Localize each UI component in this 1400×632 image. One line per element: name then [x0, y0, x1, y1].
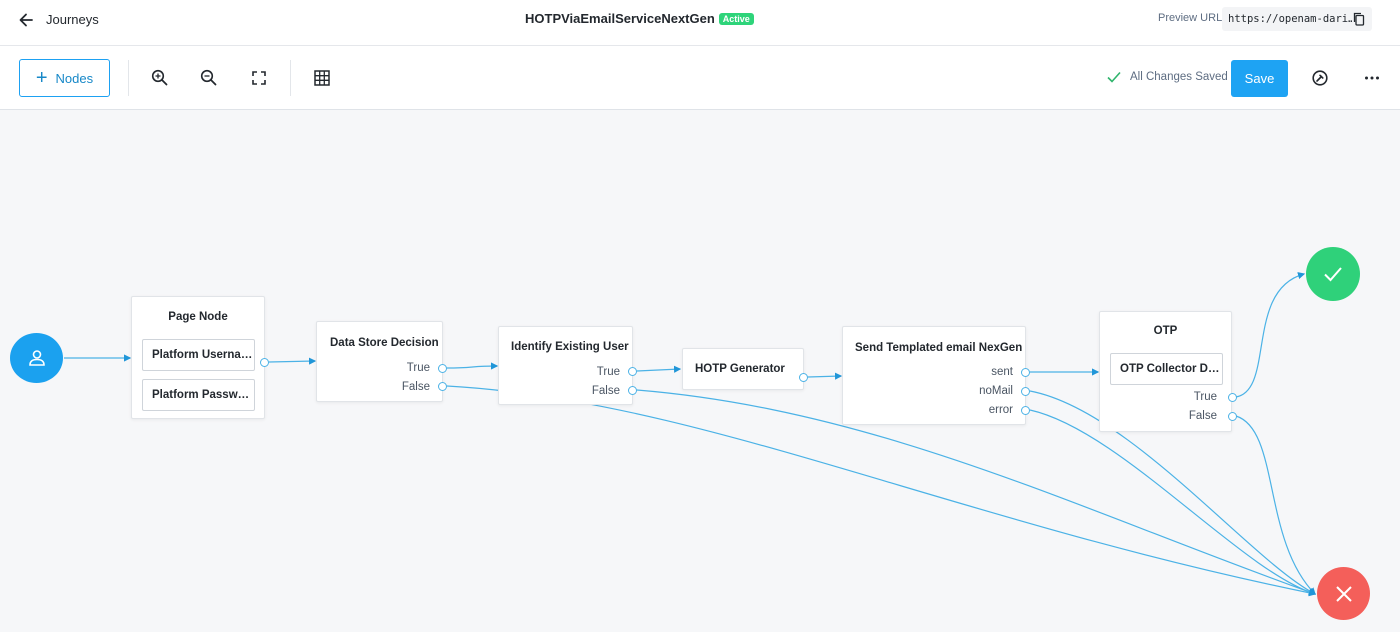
failure-x-icon: [1335, 585, 1352, 602]
zoom-out-icon[interactable]: [199, 68, 219, 88]
wire-datastore-true: [446, 362, 499, 370]
platform-username-node[interactable]: Platform Userna…: [142, 339, 255, 371]
hotp-generator-title: HOTP Generator: [695, 363, 785, 375]
otp-outcome-true: True: [1193, 391, 1217, 403]
hotp-generator-node[interactable]: HOTP Generator: [682, 348, 804, 390]
save-status: All Changes Saved: [1106, 70, 1228, 84]
identify-true-port[interactable]: [628, 367, 637, 376]
wire-otp-false: [1235, 415, 1316, 595]
email-sent-port[interactable]: [1021, 368, 1030, 377]
otp-outcome-false: False: [1188, 410, 1217, 422]
success-check-icon: [1324, 267, 1342, 282]
identify-existing-user-title: Identify Existing User: [511, 341, 629, 353]
data-store-outcome-false: False: [401, 381, 430, 393]
preview-url-label: Preview URL:: [1158, 12, 1226, 24]
otp-node[interactable]: OTP OTP Collector D… True False: [1099, 311, 1232, 432]
otp-node-title: OTP: [1153, 325, 1178, 337]
editor-toolbar: + Nodes All Changes Saved Save: [0, 46, 1400, 110]
page-node[interactable]: Page Node Platform Userna… Platform Pass…: [131, 296, 265, 419]
identify-outcome-false: False: [591, 385, 620, 397]
grid-icon[interactable]: [312, 68, 332, 88]
back-link-journeys[interactable]: Journeys: [46, 12, 99, 27]
fit-screen-icon[interactable]: [249, 68, 269, 88]
data-store-false-port[interactable]: [438, 382, 447, 391]
wire-identify-true: [636, 365, 682, 373]
zoom-in-icon[interactable]: [150, 68, 170, 88]
top-bar: Journeys HOTPViaEmailServiceNextGen Acti…: [0, 0, 1400, 46]
send-templated-email-title: Send Templated email NexGen: [855, 342, 1023, 354]
preview-url-value[interactable]: https://openam-dari…: [1228, 13, 1352, 25]
save-status-text: All Changes Saved: [1130, 71, 1228, 83]
hotp-generator-output-port[interactable]: [799, 373, 808, 382]
copy-icon[interactable]: [1352, 12, 1366, 26]
wire-otp-true: [1235, 272, 1306, 398]
identify-outcome-true: True: [596, 366, 620, 378]
wire-email-error: [1029, 409, 1317, 596]
email-outcome-sent: sent: [991, 366, 1013, 378]
identify-existing-user-node[interactable]: Identify Existing User True False: [498, 326, 633, 405]
success-node[interactable]: [1306, 247, 1360, 301]
save-button[interactable]: Save: [1231, 60, 1288, 97]
otp-false-port[interactable]: [1228, 412, 1237, 421]
platform-password-node[interactable]: Platform Passw…: [142, 379, 255, 411]
data-store-outcome-true: True: [406, 362, 430, 374]
more-icon[interactable]: [1362, 68, 1382, 88]
toolbar-divider: [290, 60, 291, 96]
wire-page-to-datastore: [268, 357, 317, 365]
otp-true-port[interactable]: [1228, 393, 1237, 402]
identify-false-port[interactable]: [628, 386, 637, 395]
back-arrow-icon[interactable]: [16, 10, 36, 30]
check-icon: [1107, 71, 1121, 83]
start-node[interactable]: [10, 333, 63, 383]
page-node-title: Page Node: [168, 311, 228, 323]
email-nomail-port[interactable]: [1021, 387, 1030, 396]
journey-title-group: HOTPViaEmailServiceNextGen Active: [525, 11, 754, 26]
plus-icon: +: [35, 67, 48, 89]
failure-node[interactable]: [1317, 567, 1370, 620]
data-store-decision-title: Data Store Decision: [330, 337, 439, 349]
person-icon: [28, 350, 45, 366]
send-templated-email-node[interactable]: Send Templated email NexGen sent noMail …: [842, 326, 1026, 425]
preview-url-field[interactable]: https://openam-dari…: [1222, 7, 1372, 31]
journey-title: HOTPViaEmailServiceNextGen: [525, 11, 715, 26]
email-outcome-error: error: [988, 404, 1013, 416]
toolbar-divider: [128, 60, 129, 96]
email-outcome-nomail: noMail: [979, 385, 1013, 397]
page-node-output-port[interactable]: [260, 358, 269, 367]
otp-collector-node[interactable]: OTP Collector D…: [1110, 353, 1223, 385]
wire-hotp-to-email: [807, 372, 843, 380]
debug-icon[interactable]: [1310, 68, 1330, 88]
status-badge: Active: [718, 12, 754, 25]
data-store-true-port[interactable]: [438, 364, 447, 373]
add-nodes-label: Nodes: [55, 70, 94, 86]
email-error-port[interactable]: [1021, 406, 1030, 415]
data-store-decision-node[interactable]: Data Store Decision True False: [316, 321, 443, 402]
add-nodes-button[interactable]: + Nodes: [19, 59, 110, 97]
